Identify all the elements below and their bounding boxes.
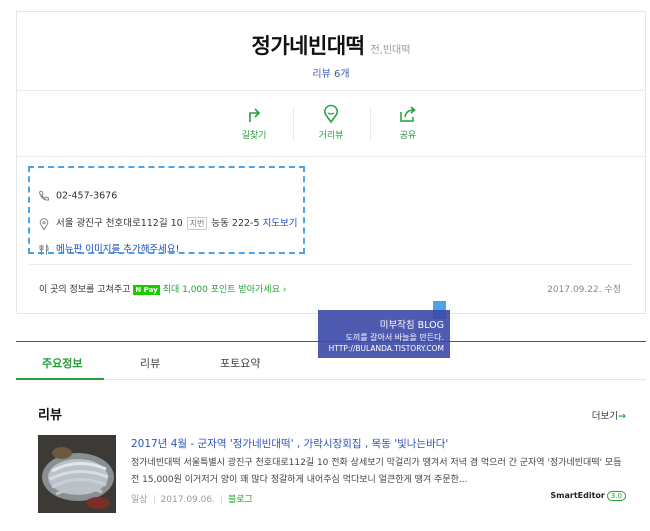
tab-main-info[interactable]: 주요정보 xyxy=(42,355,82,371)
meta-separator xyxy=(153,495,155,504)
active-tab-indicator xyxy=(16,378,104,380)
reward-text: 최대 1,000 포인트 받아가세요 xyxy=(162,285,280,295)
smarteditor-badge: SmartEditor 3.0 xyxy=(550,491,626,501)
watermark-url: HTTP://BULANDA.TISTORY.COM xyxy=(328,344,444,353)
npay-badge: N Pay xyxy=(133,284,160,295)
street-view-label: 거리뷰 xyxy=(318,131,344,141)
more-label: 더보기 xyxy=(591,411,619,422)
directions-icon xyxy=(244,104,264,124)
watermark-title: 미부작침 BLOG xyxy=(379,320,444,331)
divider xyxy=(17,90,645,91)
post-thumbnail[interactable] xyxy=(38,435,116,513)
share-label: 공유 xyxy=(399,131,417,141)
smarteditor-version: 3.0 xyxy=(606,491,626,501)
divider xyxy=(370,107,371,141)
jibun-tag: 지번 xyxy=(186,217,208,230)
directions-label: 길찾기 xyxy=(241,131,267,141)
last-modified-date: 2017.09.22. 수정 xyxy=(547,285,621,295)
street-view-button[interactable]: 거리뷰 xyxy=(301,104,361,141)
post-title-link[interactable]: 2017년 4월 - 군자역 '정가네빈대떡' , 가락시장회집 , 목동 '빛… xyxy=(131,436,448,451)
post-date: 2017.09.06. xyxy=(160,495,215,505)
fork-knife-icon xyxy=(38,243,50,256)
street-view-icon xyxy=(321,104,341,124)
tab-reviews[interactable]: 리뷰 xyxy=(140,355,160,371)
reviews-heading: 리뷰 xyxy=(38,408,62,423)
divider xyxy=(17,156,645,157)
post-excerpt: 정가네빈대떡 서울특별시 광진구 천호대로112길 10 전화 상세보기 막걸리… xyxy=(131,458,622,485)
address-row: 서울 광진구 천호대로112길 10 지번 능동 222-5 지도보기 xyxy=(38,215,298,230)
watermark-motto: 도끼를 갈아서 바늘을 만든다. xyxy=(345,333,445,342)
tab-bar-bottom-border xyxy=(16,379,646,380)
place-title-row: 정가네빈대떡 전,빈대떡 xyxy=(17,30,645,60)
place-info-card: 정가네빈대떡 전,빈대떡 리뷰 6개 길찾기 거리뷰 공유 02-457-3676… xyxy=(16,11,646,314)
edit-info-text: 이 곳의 정보를 고쳐주고 xyxy=(39,285,131,295)
more-reviews-link[interactable]: 더보기→ xyxy=(592,408,626,422)
blog-watermark: 미부작침 BLOG 도끼를 갈아서 바늘을 만든다. HTTP://BULAND… xyxy=(318,310,450,358)
edit-info-prompt[interactable]: 이 곳의 정보를 고쳐주고 N Pay 최대 1,000 포인트 받아가세요 › xyxy=(39,282,286,295)
tab-photo-summary[interactable]: 포토요약 xyxy=(220,355,260,371)
menu-row: 메뉴판 이미지를 추가해주세요! xyxy=(38,241,179,256)
map-view-link[interactable]: 지도보기 xyxy=(263,218,298,229)
location-pin-icon xyxy=(38,217,50,230)
phone-icon xyxy=(38,190,50,202)
share-icon xyxy=(398,104,418,124)
jibun-address: 능동 222-5 xyxy=(211,218,260,229)
phone-row: 02-457-3676 xyxy=(38,190,117,202)
add-menu-image-link[interactable]: 메뉴판 이미지를 추가해주세요! xyxy=(56,244,179,255)
address-text: 서울 광진구 천호대로112길 10 xyxy=(56,218,183,229)
phone-number[interactable]: 02-457-3676 xyxy=(56,191,117,202)
post-source: 블로그 xyxy=(227,495,253,505)
chevron-right-icon: › xyxy=(282,285,287,295)
share-button[interactable]: 공유 xyxy=(378,104,438,141)
directions-button[interactable]: 길찾기 xyxy=(224,104,284,141)
post-type: 일상 xyxy=(131,495,148,505)
arrow-right-icon: → xyxy=(618,411,626,422)
smarteditor-label: SmartEditor xyxy=(550,491,605,500)
place-category: 전,빈대떡 xyxy=(370,45,411,56)
divider xyxy=(293,107,294,141)
divider xyxy=(29,264,633,265)
post-meta: 일상 2017.09.06. 블로그 xyxy=(131,492,253,505)
place-details-box: 02-457-3676 서울 광진구 천호대로112길 10 지번 능동 222-5… xyxy=(28,166,305,256)
meta-separator xyxy=(220,495,222,504)
review-count-link[interactable]: 리뷰 6개 xyxy=(17,65,645,80)
place-name: 정가네빈대떡 xyxy=(251,34,365,58)
